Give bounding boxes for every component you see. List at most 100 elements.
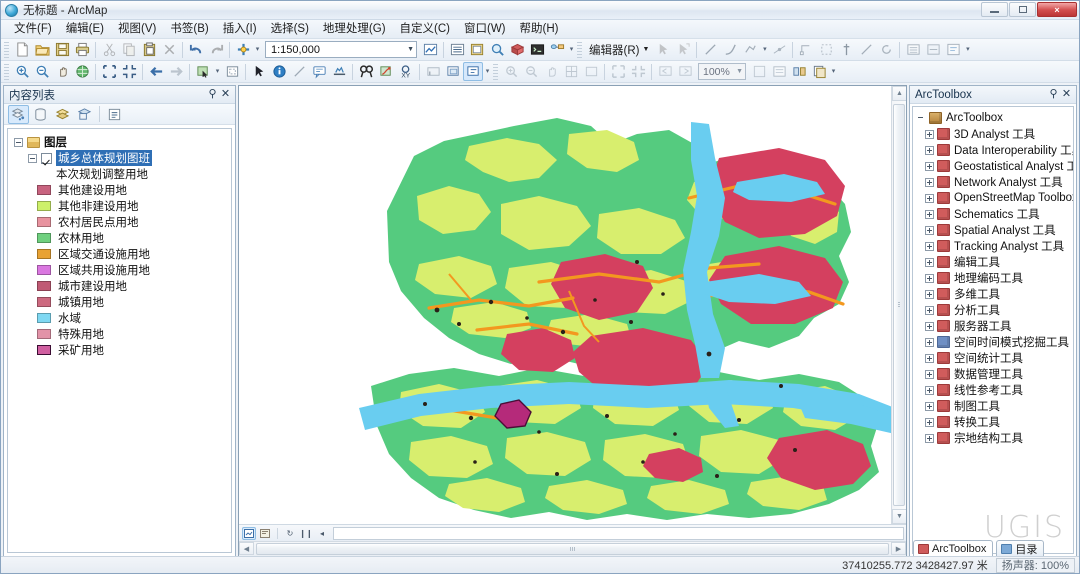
layout-go-forward-icon[interactable] [675, 62, 695, 81]
toolbox-item-linear-referencing[interactable]: 线性参考工具 [913, 382, 1073, 398]
go-to-xy-icon[interactable]: XY [396, 62, 416, 81]
expand-icon[interactable] [925, 417, 934, 427]
toolbox-item-schematics[interactable]: Schematics 工具 [913, 206, 1073, 222]
expand-icon[interactable] [925, 273, 934, 283]
toolbox-item-parcel-fabric[interactable]: 宗地结构工具 [913, 430, 1073, 446]
toolbox-item-cartography[interactable]: 制图工具 [913, 398, 1073, 414]
expand-icon[interactable] [925, 257, 934, 267]
go-next-extent-icon[interactable] [166, 62, 186, 81]
identify-icon[interactable] [269, 62, 289, 81]
hscroll-thumb[interactable] [256, 543, 889, 555]
search-icon[interactable] [487, 40, 507, 59]
attributes-icon[interactable] [903, 40, 923, 59]
menu-help[interactable]: 帮助(H) [513, 20, 566, 38]
editor-menu-button[interactable]: 编辑器(R) ▼ [585, 41, 653, 59]
arctoolbox-toggle-icon[interactable] [507, 40, 527, 59]
expand-icon[interactable] [925, 129, 934, 139]
close-icon[interactable]: ✕ [1060, 88, 1073, 101]
close-button[interactable]: × [1037, 2, 1077, 17]
toolbox-item-network-analyst[interactable]: Network Analyst 工具 [913, 174, 1073, 190]
expand-icon[interactable] [925, 177, 934, 187]
expand-icon[interactable] [925, 161, 934, 171]
toolbox-item-tracking-analyst[interactable]: Tracking Analyst 工具 [913, 238, 1073, 254]
new-map-icon[interactable] [12, 40, 32, 59]
options-icon[interactable] [104, 105, 125, 124]
menu-file[interactable]: 文件(F) [7, 20, 59, 38]
pin-icon[interactable]: ⚲ [1047, 88, 1060, 101]
change-layout-icon[interactable] [789, 62, 809, 81]
legend-item[interactable]: 其他非建设用地 [8, 198, 231, 214]
layout-zoom-in-icon[interactable] [501, 62, 521, 81]
scroll-down-icon[interactable]: ▼ [892, 509, 906, 524]
menu-edit[interactable]: 编辑(E) [59, 20, 111, 38]
pin-icon[interactable]: ⚲ [206, 88, 219, 101]
copy-icon[interactable] [119, 40, 139, 59]
layout-go-back-icon[interactable] [655, 62, 675, 81]
expand-icon[interactable] [925, 145, 934, 155]
add-data-dropdown-icon[interactable]: ▾ [253, 41, 262, 59]
map-scale-combobox[interactable]: 1:150,000 ▼ [265, 41, 417, 58]
go-back-extent-icon[interactable] [146, 62, 166, 81]
edit-annotation-icon[interactable] [673, 40, 693, 59]
menu-view[interactable]: 视图(V) [111, 20, 163, 38]
python-window-icon[interactable] [527, 40, 547, 59]
fixed-zoom-out-icon[interactable] [119, 62, 139, 81]
map-horizontal-scrollbar[interactable]: ◀ ▶ [239, 541, 906, 556]
collapse-icon[interactable] [14, 137, 23, 147]
straight-segment-icon[interactable] [700, 40, 720, 59]
full-extent-icon[interactable] [72, 62, 92, 81]
redo-icon[interactable] [206, 40, 226, 59]
toolbox-item-multidimension[interactable]: 多维工具 [913, 286, 1073, 302]
layer-visibility-checkbox[interactable] [41, 152, 52, 164]
sketch-properties-icon[interactable] [923, 40, 943, 59]
toolbox-item-3d-analyst[interactable]: 3D Analyst 工具 [913, 126, 1073, 142]
legend-item[interactable]: 农村居民点用地 [8, 214, 231, 230]
legend-item[interactable]: 特殊用地 [8, 326, 231, 342]
hyperlink-icon[interactable] [329, 62, 349, 81]
map-vertical-scrollbar[interactable]: ▲ ▼ [891, 86, 906, 524]
list-by-drawing-order-icon[interactable] [8, 104, 29, 124]
clear-selection-icon[interactable] [222, 62, 242, 81]
html-popup-icon[interactable] [309, 62, 329, 81]
toolbox-item-spatial-statistics[interactable]: 空间统计工具 [913, 350, 1073, 366]
trace-icon[interactable] [740, 40, 760, 59]
paste-icon[interactable] [139, 40, 159, 59]
expand-icon[interactable] [925, 193, 934, 203]
layout-zoom-out-icon[interactable] [521, 62, 541, 81]
legend-item[interactable]: 区域共用设施用地 [8, 262, 231, 278]
measure-icon[interactable] [289, 62, 309, 81]
focus-data-frame-icon[interactable] [769, 62, 789, 81]
expand-icon[interactable] [925, 353, 934, 363]
edit-tool-icon[interactable] [653, 40, 673, 59]
expand-icon[interactable] [925, 209, 934, 219]
table-of-contents-icon[interactable] [447, 40, 467, 59]
toolbox-item-geocoding[interactable]: 地理编码工具 [913, 270, 1073, 286]
layout-pan-icon[interactable] [541, 62, 561, 81]
toc-tree[interactable]: 图层 城乡总体规划图班 本次规划调整用地 其他建设用地 其他非建设用地 农村居民… [7, 128, 232, 553]
chevron-down-icon[interactable]: ▼ [407, 46, 414, 53]
toc-layer-row[interactable]: 城乡总体规划图班 [8, 150, 231, 166]
menu-geoprocessing[interactable]: 地理处理(G) [316, 20, 393, 38]
toolbox-item-spatial-analyst[interactable]: Spatial Analyst 工具 [913, 222, 1073, 238]
refresh-view-icon[interactable]: ↻ [283, 527, 297, 540]
cut-icon[interactable] [99, 40, 119, 59]
toolbox-item-server[interactable]: 服务器工具 [913, 318, 1073, 334]
scroll-thumb[interactable] [893, 104, 905, 506]
viewer-window-active-icon[interactable] [463, 62, 483, 81]
editor-toolbar-grip[interactable] [577, 41, 582, 58]
layout-toolbar-overflow-icon[interactable]: ▾ [829, 63, 838, 81]
rotate-tool-icon[interactable] [876, 40, 896, 59]
fixed-zoom-in-icon[interactable] [99, 62, 119, 81]
tab-catalog[interactable]: 目录 [996, 540, 1045, 556]
save-icon[interactable] [52, 40, 72, 59]
tools-toolbar-grip[interactable] [4, 63, 9, 80]
cut-polygons-icon[interactable] [856, 40, 876, 59]
toolbox-item-editing[interactable]: 编辑工具 [913, 254, 1073, 270]
add-data-icon[interactable] [233, 40, 253, 59]
catalog-icon[interactable] [467, 40, 487, 59]
collapse-icon[interactable] [28, 153, 37, 163]
create-viewer-window-icon[interactable] [443, 62, 463, 81]
reshape-feature-icon[interactable] [816, 40, 836, 59]
print-icon[interactable] [72, 40, 92, 59]
pause-drawing-icon[interactable]: ❙❙ [299, 527, 313, 540]
